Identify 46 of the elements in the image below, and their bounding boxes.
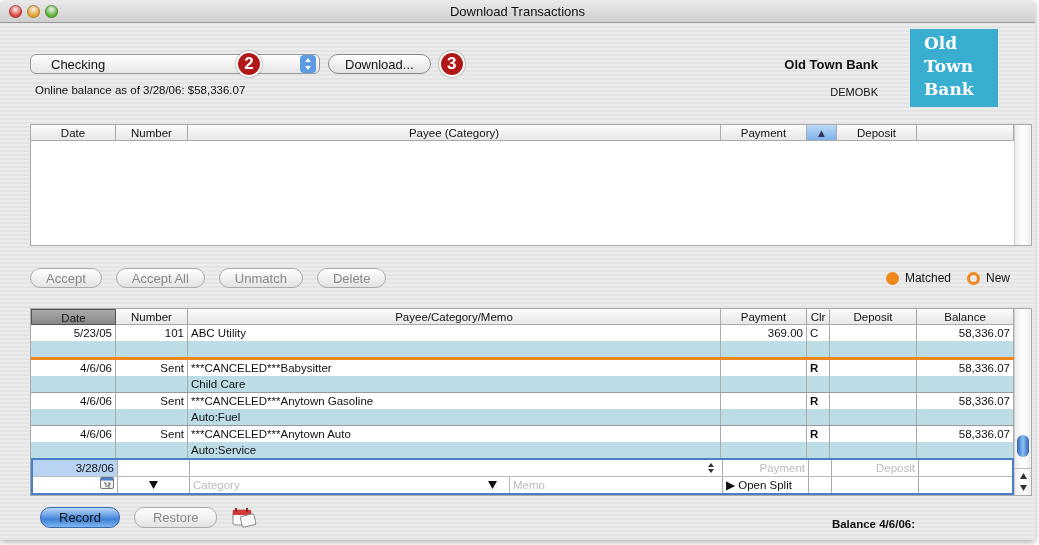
column-header[interactable]: Number (116, 309, 188, 325)
bank-id: DEMOBK (830, 86, 878, 98)
dropdown-arrow-icon (149, 481, 158, 489)
category-field[interactable]: Category (190, 477, 488, 493)
memo-field[interactable]: Memo (510, 477, 722, 492)
online-balance: Online balance as of 3/28/06: $58,336.07 (34, 84, 247, 96)
minimize-button[interactable] (27, 4, 40, 18)
column-header[interactable]: Payee/Category/Memo (188, 309, 721, 325)
column-header[interactable]: Deposit (830, 309, 917, 325)
callout-badge: 3 (438, 51, 465, 77)
scroll-down-icon (1019, 485, 1027, 491)
zoom-button[interactable] (45, 4, 58, 18)
close-button[interactable] (9, 4, 22, 18)
window-title: Download Transactions (448, 3, 587, 19)
stepper-icon (300, 55, 316, 73)
column-header[interactable]: Number (116, 125, 188, 141)
column-header[interactable]: Payment (721, 309, 807, 325)
column-header[interactable]: Clr (807, 309, 830, 325)
column-header[interactable]: Date (31, 125, 116, 141)
column-header[interactable]: Date (31, 309, 116, 325)
bank-name: Old Town Bank (784, 57, 878, 72)
legend-label: Matched (904, 271, 951, 285)
calendar-icon (100, 477, 114, 489)
legend-label: New (986, 271, 1010, 285)
scroll-thumb[interactable] (1017, 435, 1029, 457)
account-popup[interactable]: Checking 2 (30, 54, 320, 74)
column-header[interactable]: Deposit (837, 125, 917, 141)
dropdown-arrow-icon (488, 481, 497, 489)
calendar-icon (231, 506, 258, 528)
stepper-icon (708, 463, 714, 473)
balance-label: Balance 4/6/06: (831, 518, 915, 530)
download-button[interactable]: Download... (328, 54, 431, 74)
table-cell: Auto:Service (188, 442, 721, 458)
scroll-up-icon (1019, 473, 1027, 479)
column-header[interactable]: Payment (721, 125, 807, 141)
bank-logo: Old Town Bank (910, 29, 998, 107)
footer-button[interactable]: Record (40, 506, 120, 528)
column-header[interactable]: Payee (Category) (188, 125, 721, 141)
scrollbar[interactable] (1014, 309, 1031, 495)
column-header[interactable]: Balance (917, 309, 1014, 325)
open-split-button[interactable]: ▶ Open Split (726, 477, 792, 493)
column-header[interactable] (917, 125, 1014, 141)
date-field[interactable]: 3/28/06 (33, 460, 118, 476)
callout-badge: 2 (236, 51, 262, 77)
scrollbar[interactable] (1014, 125, 1031, 245)
column-header[interactable]: ▲ (807, 125, 837, 141)
